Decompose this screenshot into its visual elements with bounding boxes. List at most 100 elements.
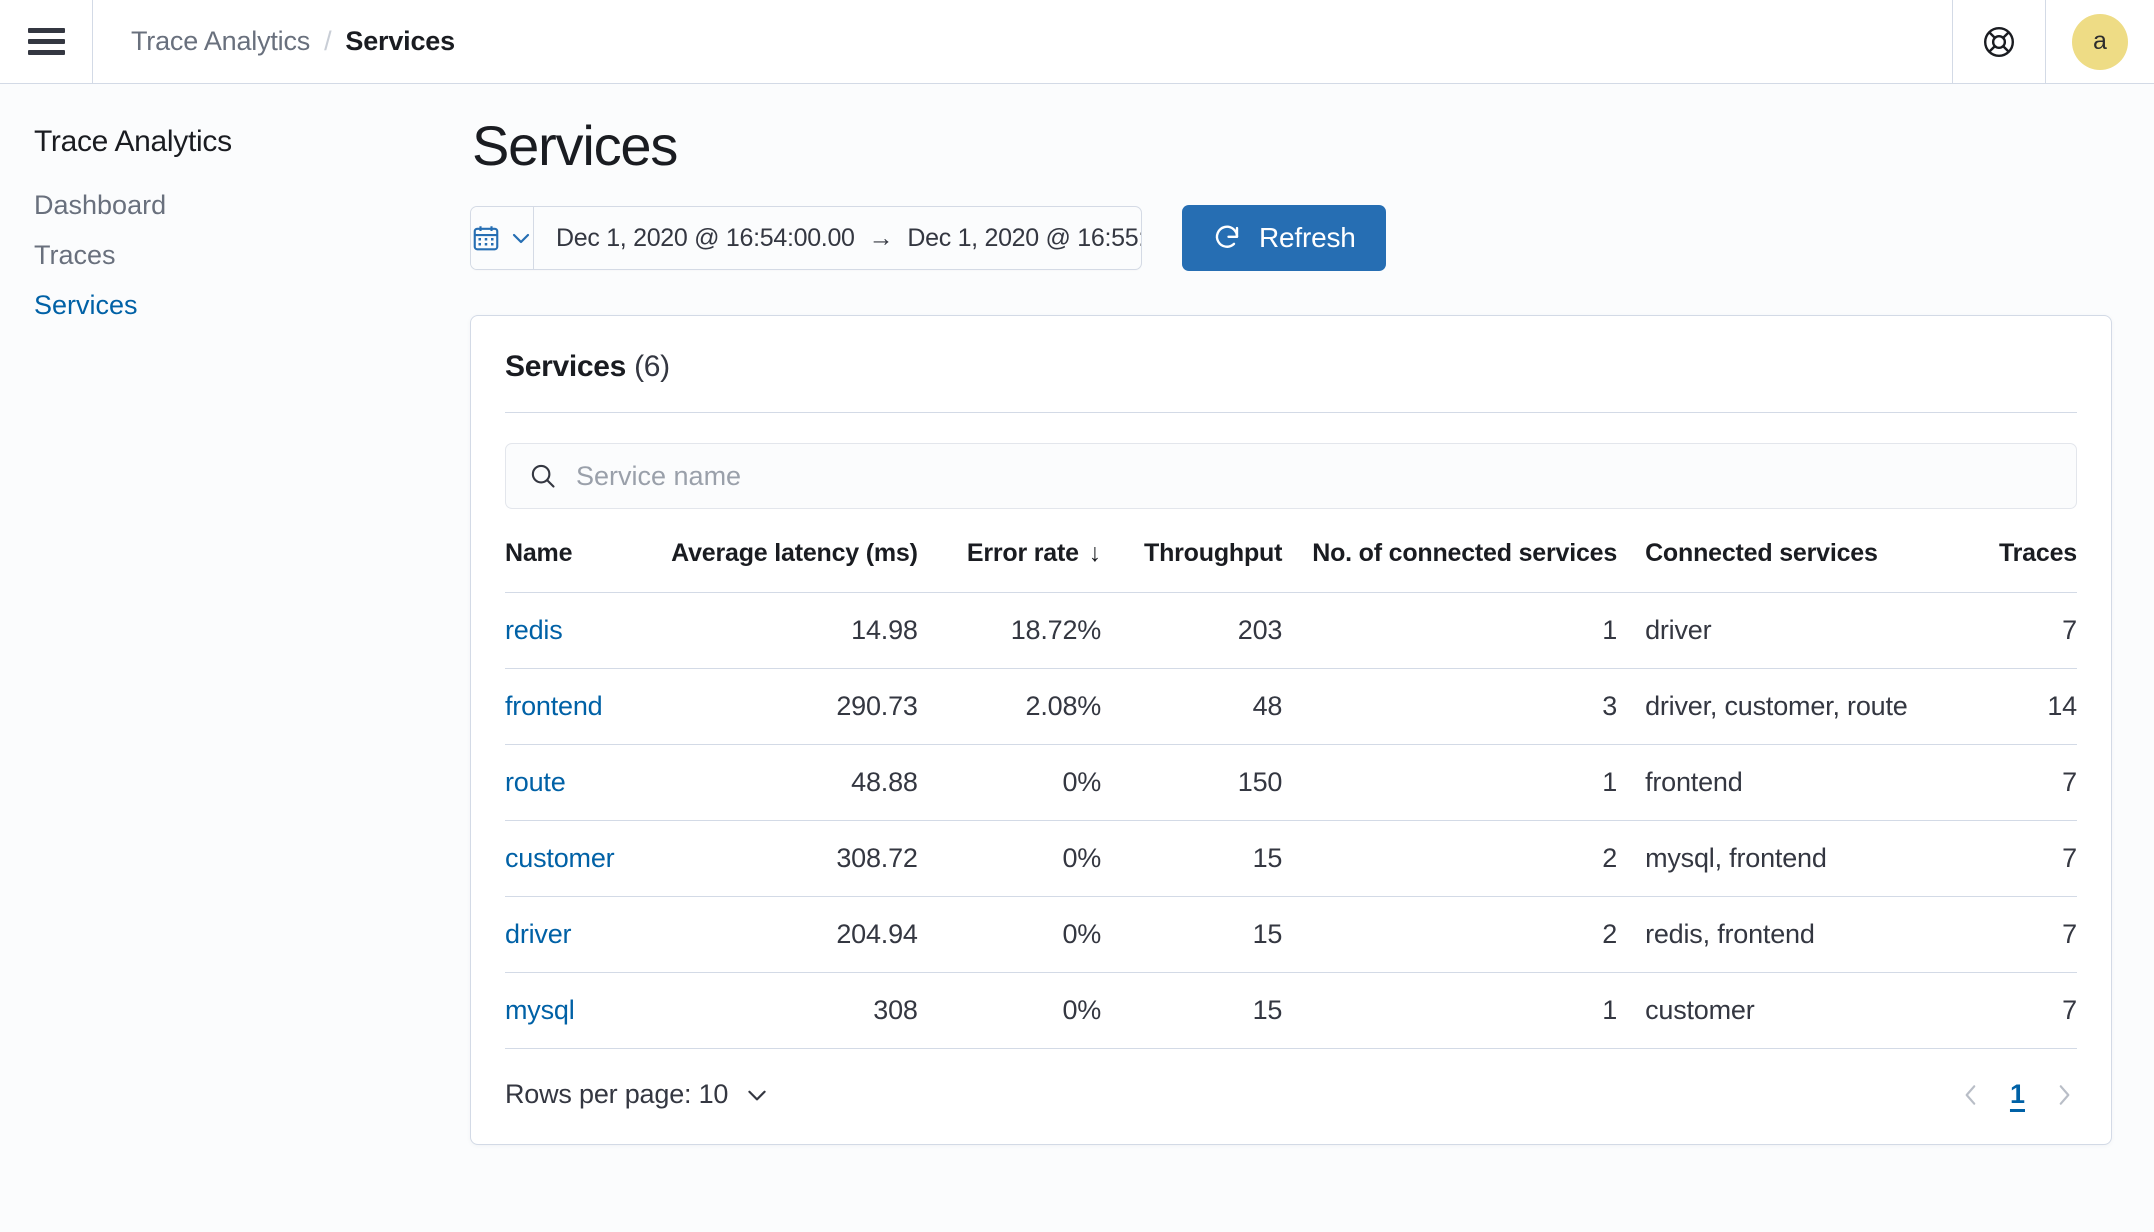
service-link[interactable]: mysql <box>505 995 575 1025</box>
breadcrumb: Trace Analytics / Services <box>93 0 1952 83</box>
date-range-picker[interactable]: Dec 1, 2020 @ 16:54:00.00 → Dec 1, 2020 … <box>470 206 1142 270</box>
hamburger-menu-button[interactable] <box>0 0 92 83</box>
column-header-name[interactable]: Name <box>505 539 658 593</box>
table-body: redis 14.98 18.72% 203 1 driver 7 fronte… <box>505 593 2077 1049</box>
cell-name: redis <box>505 593 658 669</box>
rows-per-page-selector[interactable]: Rows per page: 10 <box>505 1079 770 1110</box>
service-link[interactable]: frontend <box>505 691 602 721</box>
cell-connected-services: customer <box>1645 973 1999 1049</box>
cell-connected-services: frontend <box>1645 745 1999 821</box>
chevron-right-icon <box>2051 1082 2077 1108</box>
hamburger-menu-icon <box>28 28 65 55</box>
sidebar-item-traces-wrap: Traces <box>34 237 468 287</box>
table-row: customer 308.72 0% 15 2 mysql, frontend … <box>505 821 2077 897</box>
sort-descending-icon: ↓ <box>1089 539 1101 568</box>
cell-throughput: 15 <box>1127 897 1312 973</box>
cell-no-of-connected-services: 3 <box>1312 669 1645 745</box>
cell-name: frontend <box>505 669 658 745</box>
chevron-left-icon <box>1958 1082 1984 1108</box>
sidebar-item-label: Traces <box>34 237 116 273</box>
pagination-previous-button[interactable] <box>1958 1082 1984 1108</box>
cell-name: route <box>505 745 658 821</box>
search-input[interactable] <box>576 461 2054 492</box>
sidebar-item-label: Dashboard <box>34 187 166 223</box>
cell-error-rate: 0% <box>944 973 1127 1049</box>
help-button[interactable] <box>1953 0 2045 83</box>
cell-average-latency: 290.73 <box>658 669 944 745</box>
cell-error-rate: 2.08% <box>944 669 1127 745</box>
cell-average-latency: 204.94 <box>658 897 944 973</box>
sidebar-item-services-wrap: Services <box>34 287 468 337</box>
sidebar-item-dashboard-wrap: Dashboard <box>34 187 468 237</box>
column-header-no-of-connected-services[interactable]: No. of connected services <box>1312 539 1645 593</box>
cell-traces: 7 <box>1999 821 2077 897</box>
cell-throughput: 150 <box>1127 745 1312 821</box>
cell-throughput: 48 <box>1127 669 1312 745</box>
cell-connected-services: driver, customer, route <box>1645 669 1999 745</box>
pagination-next-button[interactable] <box>2051 1082 2077 1108</box>
date-controls-row: Dec 1, 2020 @ 16:54:00.00 → Dec 1, 2020 … <box>470 205 2154 271</box>
cell-connected-services: driver <box>1645 593 1999 669</box>
date-quick-select-button[interactable] <box>471 207 534 269</box>
sidebar-item-services[interactable]: Services <box>34 287 468 323</box>
panel-title: Services (6) <box>505 350 2077 384</box>
cell-error-rate: 0% <box>944 745 1127 821</box>
cell-no-of-connected-services: 1 <box>1312 973 1645 1049</box>
breadcrumb-separator: / <box>324 26 331 57</box>
cell-no-of-connected-services: 1 <box>1312 745 1645 821</box>
search-box[interactable] <box>505 443 2077 509</box>
service-link[interactable]: customer <box>505 843 614 873</box>
rows-per-page-label: Rows per page: 10 <box>505 1079 728 1110</box>
column-header-average-latency[interactable]: Average latency (ms) <box>658 539 944 593</box>
cell-no-of-connected-services: 1 <box>1312 593 1645 669</box>
cell-throughput: 203 <box>1127 593 1312 669</box>
service-link[interactable]: driver <box>505 919 571 949</box>
cell-traces: 7 <box>1999 593 2077 669</box>
cell-average-latency: 308.72 <box>658 821 944 897</box>
table-row: mysql 308 0% 15 1 customer 7 <box>505 973 2077 1049</box>
panel-title-count: (6) <box>634 350 670 383</box>
column-header-throughput[interactable]: Throughput <box>1127 539 1312 593</box>
table-footer: Rows per page: 10 1 <box>505 1048 2077 1144</box>
cell-connected-services: redis, frontend <box>1645 897 1999 973</box>
refresh-button-label: Refresh <box>1259 222 1356 254</box>
sidebar-item-label: Services <box>34 287 138 323</box>
cell-throughput: 15 <box>1127 821 1312 897</box>
page-title: Services <box>472 111 2154 181</box>
chevron-down-icon <box>509 226 533 250</box>
sidebar-item-dashboard[interactable]: Dashboard <box>34 187 468 223</box>
lifebuoy-help-icon <box>1981 24 2017 60</box>
breadcrumb-item-trace-analytics[interactable]: Trace Analytics <box>131 26 310 57</box>
refresh-icon <box>1212 223 1242 253</box>
refresh-button[interactable]: Refresh <box>1182 205 1386 271</box>
service-link[interactable]: route <box>505 767 566 797</box>
panel-title-text: Services <box>505 350 626 383</box>
date-range-arrow-icon: → <box>869 224 894 253</box>
column-header-traces[interactable]: Traces <box>1999 539 2077 593</box>
service-link[interactable]: redis <box>505 615 563 645</box>
main-content: Services <box>468 85 2154 1232</box>
search-icon <box>528 461 558 491</box>
sidebar-item-traces[interactable]: Traces <box>34 237 468 273</box>
services-table: Name Average latency (ms) Error rate ↓ Th… <box>505 539 2077 1048</box>
date-range-display[interactable]: Dec 1, 2020 @ 16:54:00.00 → Dec 1, 2020 … <box>534 207 1142 269</box>
date-range-start[interactable]: Dec 1, 2020 @ 16:54:00.00 <box>556 224 855 253</box>
cell-average-latency: 308 <box>658 973 944 1049</box>
sidebar: Trace Analytics Dashboard Traces Service… <box>0 85 468 1232</box>
search-container <box>505 443 2077 509</box>
date-range-end[interactable]: Dec 1, 2020 @ 16:55:00.00 <box>907 224 1142 253</box>
pagination-page-1[interactable]: 1 <box>2010 1079 2025 1110</box>
calendar-icon <box>471 223 501 253</box>
services-panel: Services (6) Name Average latency (ms) E… <box>470 315 2112 1145</box>
column-header-connected-services[interactable]: Connected services <box>1645 539 1999 593</box>
column-header-error-rate[interactable]: Error rate ↓ <box>944 539 1127 593</box>
breadcrumb-item-services[interactable]: Services <box>345 26 455 57</box>
avatar[interactable]: a <box>2072 14 2128 70</box>
column-header-error-rate-label: Error rate <box>967 539 1079 567</box>
table-row: driver 204.94 0% 15 2 redis, frontend 7 <box>505 897 2077 973</box>
cell-error-rate: 0% <box>944 821 1127 897</box>
table-header-row: Name Average latency (ms) Error rate ↓ Th… <box>505 539 2077 593</box>
cell-average-latency: 14.98 <box>658 593 944 669</box>
cell-traces: 7 <box>1999 745 2077 821</box>
cell-throughput: 15 <box>1127 973 1312 1049</box>
